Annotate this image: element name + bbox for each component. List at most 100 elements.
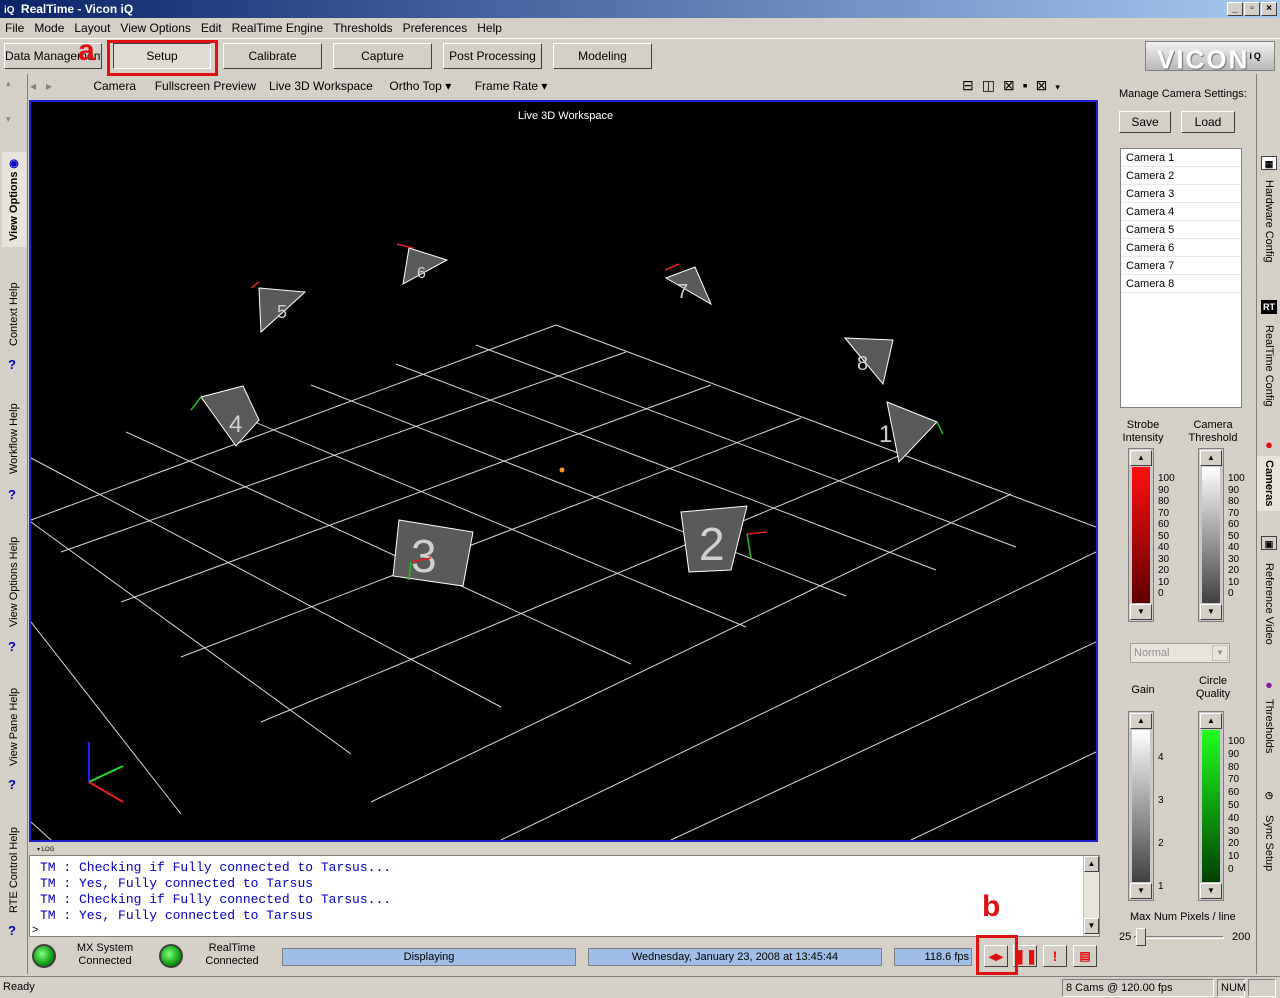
camera-marker-7 xyxy=(664,266,713,306)
menu-edit[interactable]: Edit xyxy=(196,18,227,38)
scroll-up-icon[interactable]: ▲ xyxy=(1084,856,1099,872)
gain-slider[interactable]: ▲ ▼ xyxy=(1128,711,1154,901)
menu-file[interactable]: File xyxy=(0,18,29,38)
realtime-config-icon: RT xyxy=(1261,300,1277,314)
tab-realtime-config[interactable]: RealTime Config xyxy=(1257,318,1280,413)
minimize-button[interactable]: _ xyxy=(1227,2,1243,16)
max-pixels-track[interactable] xyxy=(1134,936,1224,939)
tab-view-options[interactable]: View Options ◉ xyxy=(2,152,26,247)
log-line: TM : Checking if Fully connected to Tars… xyxy=(40,892,392,907)
load-settings-button[interactable]: Load xyxy=(1181,111,1235,133)
tab-sync-setup[interactable]: Sync Setup xyxy=(1257,808,1280,878)
camera-list-item[interactable]: Camera 4 xyxy=(1121,203,1241,221)
camera-list-item[interactable]: Camera 5 xyxy=(1121,221,1241,239)
camera-list-item[interactable]: Camera 7 xyxy=(1121,257,1241,275)
tab-scroll-up-icon[interactable]: ▴ xyxy=(6,78,11,89)
scale-tick: 60 xyxy=(1228,519,1240,530)
tab-thresholds[interactable]: Thresholds xyxy=(1257,696,1280,756)
chevron-down-icon[interactable]: ▼ xyxy=(1212,645,1228,661)
mode-capture-button[interactable]: Capture xyxy=(333,43,432,69)
camera-list-item[interactable]: Camera 8 xyxy=(1121,275,1241,293)
mode-post-processing-button[interactable]: Post Processing xyxy=(443,43,542,69)
camera-list[interactable]: Camera 1 Camera 2 Camera 3 Camera 4 Came… xyxy=(1120,148,1242,408)
camera-list-item[interactable]: Camera 6 xyxy=(1121,239,1241,257)
vicon-logo-text: VICON xyxy=(1157,44,1250,75)
scale-tick: 100 xyxy=(1158,473,1175,484)
camera-list-item[interactable]: Camera 1 xyxy=(1121,149,1241,167)
scale-tick: 20 xyxy=(1158,565,1170,576)
help-icon: ? xyxy=(8,487,16,502)
menu-mode[interactable]: Mode xyxy=(29,18,69,38)
log-prompt[interactable]: > xyxy=(30,924,1099,936)
camera-list-item[interactable]: Camera 3 xyxy=(1121,185,1241,203)
mode-modeling-button[interactable]: Modeling xyxy=(553,43,652,69)
menu-thresholds[interactable]: Thresholds xyxy=(328,18,397,38)
annotation-box-b xyxy=(976,935,1018,975)
report-icon[interactable]: ▤ xyxy=(1073,945,1097,967)
tab-reference-video[interactable]: Reference Video xyxy=(1257,556,1280,651)
save-settings-button[interactable]: Save xyxy=(1119,111,1171,133)
menu-view-options[interactable]: View Options xyxy=(115,18,195,38)
tab-rte-control-help[interactable]: RTE Control Help xyxy=(2,824,26,916)
slider-up-icon[interactable]: ▲ xyxy=(1130,450,1152,466)
help-icon: ? xyxy=(8,923,16,938)
scale-tick: 60 xyxy=(1158,519,1170,530)
menu-preferences[interactable]: Preferences xyxy=(398,18,473,38)
scale-tick: 90 xyxy=(1158,484,1170,496)
camera-list-item[interactable]: Camera 2 xyxy=(1121,167,1241,185)
max-pixels-thumb[interactable] xyxy=(1136,928,1146,946)
menu-help[interactable]: Help xyxy=(472,18,507,38)
tab-scroll-down-icon[interactable]: ▾ xyxy=(6,114,11,125)
slider-up-icon[interactable]: ▲ xyxy=(1200,713,1222,729)
scale-tick: 20 xyxy=(1228,838,1240,850)
slider-down-icon[interactable]: ▼ xyxy=(1200,883,1222,899)
view-live-3d-workspace[interactable]: Live 3D Workspace xyxy=(269,74,386,98)
reference-video-icon: ▣ xyxy=(1261,536,1277,550)
live-3d-workspace-viewport[interactable]: Live 3D Workspace 1 2 3 4 5 6 7 8 xyxy=(29,100,1098,842)
camera-icon: ● xyxy=(1265,437,1273,452)
alert-button[interactable]: ! xyxy=(1043,945,1067,967)
view-ortho-top[interactable]: Ortho Top ▾ xyxy=(389,74,471,98)
tab-context-help[interactable]: Context Help xyxy=(2,274,26,354)
close-button[interactable]: × xyxy=(1261,2,1277,16)
scroll-down-icon[interactable]: ▼ xyxy=(1084,918,1099,934)
slider-up-icon[interactable]: ▲ xyxy=(1200,450,1222,466)
tab-view-pane-help[interactable]: View Pane Help xyxy=(2,684,26,769)
strobe-intensity-slider[interactable]: ▲ ▼ xyxy=(1128,448,1154,622)
tab-cameras[interactable]: Cameras xyxy=(1257,456,1280,511)
menu-realtime-engine[interactable]: RealTime Engine xyxy=(227,18,329,38)
maximize-button[interactable]: ▫ xyxy=(1244,2,1260,16)
log-scrollbar[interactable]: ▲ ▼ xyxy=(1083,856,1099,936)
layout-split-v-icon[interactable]: ◫ xyxy=(982,77,1003,93)
nav-arrows[interactable]: ◂ ▸ xyxy=(30,74,90,98)
mode-calibrate-button[interactable]: Calibrate xyxy=(223,43,322,69)
camera-threshold-slider[interactable]: ▲ ▼ xyxy=(1198,448,1224,622)
view-camera[interactable]: Camera xyxy=(93,74,151,98)
threshold-scale: 100 90 80 70 60 50 40 30 20 10 0 xyxy=(1228,473,1245,600)
realtime-led xyxy=(159,944,183,968)
slider-up-icon[interactable]: ▲ xyxy=(1130,713,1152,729)
tab-workflow-help[interactable]: Workflow Help xyxy=(2,399,26,479)
slider-down-icon[interactable]: ▼ xyxy=(1130,604,1152,620)
scale-tick: 50 xyxy=(1158,530,1170,542)
layout-split-h-icon[interactable]: ⊟ xyxy=(962,77,982,93)
status-row: MX System Connected RealTime Connected Dis… xyxy=(29,938,1100,974)
slider-down-icon[interactable]: ▼ xyxy=(1200,604,1222,620)
view-frame-rate[interactable]: Frame Rate ▾ xyxy=(475,74,565,98)
scale-tick: 20 xyxy=(1228,565,1240,576)
circle-quality-slider[interactable]: ▲ ▼ xyxy=(1198,711,1224,901)
log-pane[interactable]: TM : Checking if Fully connected to Tars… xyxy=(29,855,1100,937)
layout-quad-icon[interactable]: ⊠ xyxy=(1003,77,1023,93)
mode-select[interactable]: Normal ▼ xyxy=(1130,643,1230,663)
layout-dropdown-icon[interactable]: ▾ xyxy=(1055,82,1068,92)
scroll-track[interactable] xyxy=(1084,872,1099,918)
delete-layout-icon[interactable]: ⊠ xyxy=(1036,77,1056,93)
tab-view-options-help[interactable]: View Options Help xyxy=(2,534,26,629)
view-fullscreen-preview[interactable]: Fullscreen Preview xyxy=(155,74,266,98)
camera-number-3: 3 xyxy=(411,530,437,582)
scale-tick: 30 xyxy=(1158,553,1170,565)
threshold-label-line2: Threshold xyxy=(1188,432,1238,444)
tab-hardware-config[interactable]: Hardware Config xyxy=(1257,174,1280,269)
save-layout-icon[interactable]: ▪ xyxy=(1023,77,1036,93)
slider-down-icon[interactable]: ▼ xyxy=(1130,883,1152,899)
